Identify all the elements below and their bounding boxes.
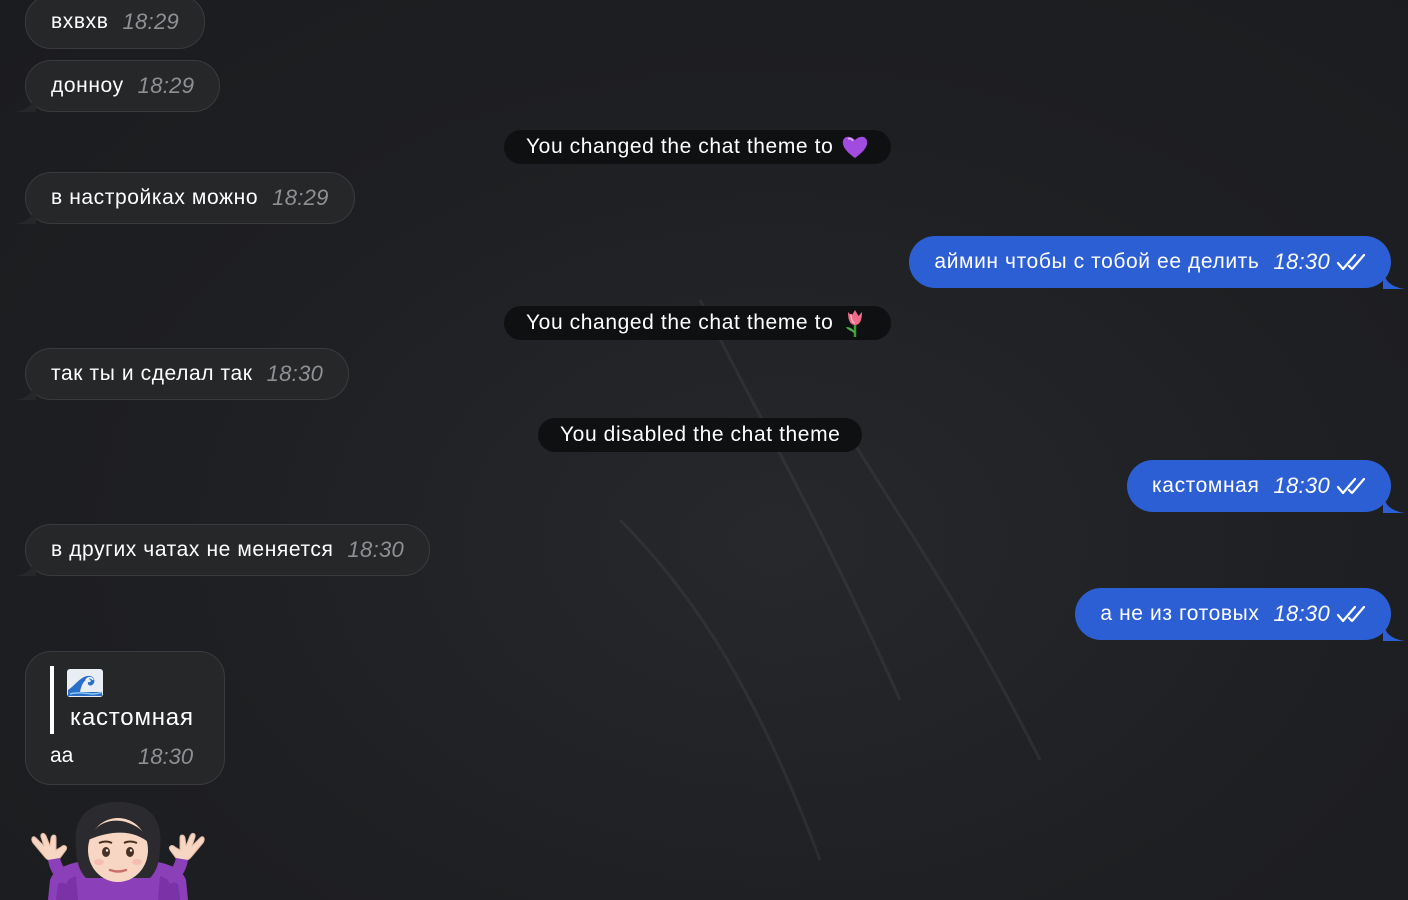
service-message-theme-disabled: You disabled the chat theme [538, 418, 863, 452]
service-text: You changed the chat theme to [526, 135, 834, 158]
message-time: 18:29 [137, 73, 195, 98]
message-time: 18:29 [272, 185, 329, 210]
message-text: аа [50, 744, 74, 767]
message-text: донноу [51, 74, 124, 97]
woman-shrugging-icon[interactable] [26, 798, 210, 900]
service-text: You disabled the chat theme [560, 423, 841, 446]
bubble-tail-icon [1383, 623, 1405, 641]
message-time: 18:30 [266, 361, 324, 386]
service-message-theme-changed: You changed the chat theme to [504, 306, 892, 340]
reply-quoted-text: кастомная [70, 704, 194, 731]
reply-quote[interactable]: кастомная [50, 666, 210, 734]
tulip-icon [846, 310, 863, 337]
purple-heart-icon [843, 136, 868, 158]
message-text: в настройках можно [51, 186, 259, 209]
read-checkmarks-icon [1336, 604, 1366, 624]
bubble-tail-icon [14, 206, 36, 224]
message-bubble-outgoing[interactable]: а не из готовых 18:30 [1075, 588, 1405, 641]
bubble-tail-icon [1383, 495, 1405, 513]
read-checkmarks-icon [1336, 252, 1366, 272]
message-text: так ты и сделал так [51, 362, 253, 385]
bubble-tail-icon [1383, 271, 1405, 289]
message-text: аймин чтобы с тобой ее делить [934, 250, 1260, 273]
message-time: 18:30 [347, 537, 405, 562]
message-time: 18:30 [1273, 249, 1330, 274]
bubble-tail-icon [14, 94, 36, 112]
message-time: 18:30 [1273, 601, 1330, 626]
message-text: в других чатах не меняется [51, 538, 334, 561]
message-bubble-outgoing[interactable]: аймин чтобы с тобой ее делить 18:30 [909, 236, 1405, 289]
chat-area[interactable]: вхвхв 18:29 донноу 18:29 You changed the… [0, 0, 1408, 900]
message-bubble-outgoing[interactable]: кастомная 18:30 [1127, 460, 1405, 513]
bubble-tail-icon [14, 558, 36, 576]
service-message-theme-changed: You changed the chat theme to [504, 130, 892, 164]
wave-icon [67, 669, 103, 697]
message-bubble-incoming[interactable]: в настройках можно 18:29 [14, 172, 355, 224]
message-text: вхвхв [51, 10, 109, 33]
message-text: кастомная [1152, 474, 1260, 497]
message-bubble-incoming[interactable]: так ты и сделал так 18:30 [14, 348, 350, 400]
bubble-tail-icon [14, 382, 36, 400]
message-bubble-incoming[interactable]: вхвхв 18:29 [25, 0, 206, 49]
read-checkmarks-icon [1336, 476, 1366, 496]
message-time: 18:30 [138, 744, 194, 769]
message-bubble-incoming[interactable]: в других чатах не меняется 18:30 [14, 524, 431, 576]
service-text: You changed the chat theme to [526, 311, 834, 334]
message-time: 18:30 [1273, 473, 1330, 498]
message-text: а не из готовых [1100, 602, 1260, 625]
message-bubble-incoming-reply[interactable]: кастомная аа 18:30 [25, 651, 225, 785]
message-bubble-incoming[interactable]: донноу 18:29 [14, 60, 221, 112]
message-time: 18:29 [122, 9, 180, 34]
